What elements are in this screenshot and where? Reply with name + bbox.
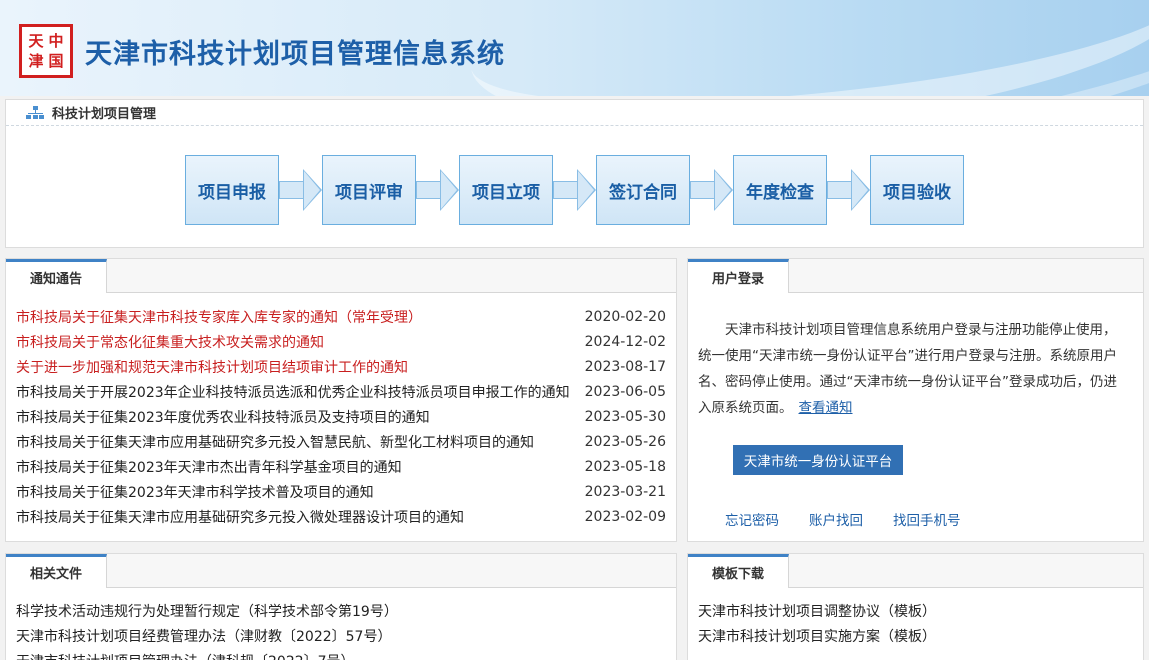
related-files-panel: 相关文件 科学技术活动违规行为处理暂行规定（科学技术部令第19号） 天津市科技计… — [5, 553, 677, 660]
notice-row[interactable]: 市科技局关于开展2023年企业科技特派员选派和优秀企业科技特派员项目申报工作的通… — [6, 379, 676, 404]
files-tabbar: 相关文件 — [6, 554, 676, 588]
notice-row[interactable]: 市科技局关于征集2023年天津市科学技术普及项目的通知 2023-03-21 — [6, 479, 676, 504]
notice-date: 2023-05-26 — [584, 433, 666, 450]
notice-row[interactable]: 市科技局关于征集天津市科技专家库入库专家的通知（常年受理） 2020-02-20 — [6, 304, 676, 329]
right-arrow-icon — [827, 168, 870, 212]
tab-user-login[interactable]: 用户登录 — [688, 259, 790, 293]
logo-char: 中 — [48, 31, 64, 50]
step-annual-check[interactable]: 年度检查 — [733, 155, 827, 225]
unified-auth-button[interactable]: 天津市统一身份认证平台 — [733, 445, 903, 475]
notice-tabbar: 通知通告 — [6, 259, 676, 293]
notice-row[interactable]: 市科技局关于征集2023年度优秀农业科技特派员及支持项目的通知 2023-05-3… — [6, 404, 676, 429]
notice-date: 2023-06-05 — [584, 383, 666, 400]
notice-row[interactable]: 市科技局关于征集天津市应用基础研究多元投入微处理器设计项目的通知 2023-02-… — [6, 504, 676, 529]
right-arrow-icon — [690, 168, 733, 212]
org-tree-icon — [26, 105, 44, 120]
notice-date: 2023-08-17 — [584, 358, 666, 375]
logo-char: 津 — [28, 51, 44, 70]
right-arrow-icon — [416, 168, 459, 212]
flow-panel-header: 科技计划项目管理 — [6, 100, 1143, 126]
right-arrow-icon — [279, 168, 322, 212]
notice-date: 2023-03-21 — [584, 483, 666, 500]
notice-title[interactable]: 市科技局关于征集2023年天津市杰出青年科学基金项目的通知 — [16, 457, 402, 477]
notice-row[interactable]: 市科技局关于征集天津市应用基础研究多元投入智慧民航、新型化工材料项目的通知 202… — [6, 429, 676, 454]
site-header: 天 中 津 国 天津市科技计划项目管理信息系统 — [0, 0, 1149, 96]
template-item[interactable]: 天津市科技计划项目实施方案（模板） — [698, 623, 1133, 648]
step-project-acceptance[interactable]: 项目验收 — [870, 155, 964, 225]
files-list: 科学技术活动违规行为处理暂行规定（科学技术部令第19号） 天津市科技计划项目经费… — [6, 588, 676, 660]
templates-list: 天津市科技计划项目调整协议（模板） 天津市科技计划项目实施方案（模板） — [688, 588, 1143, 648]
step-project-review[interactable]: 项目评审 — [322, 155, 416, 225]
system-title: 天津市科技计划项目管理信息系统 — [85, 39, 505, 70]
template-download-panel: 模板下载 天津市科技计划项目调整协议（模板） 天津市科技计划项目实施方案（模板） — [687, 553, 1144, 660]
notice-title[interactable]: 市科技局关于征集天津市应用基础研究多元投入智慧民航、新型化工材料项目的通知 — [16, 432, 534, 452]
step-project-apply[interactable]: 项目申报 — [185, 155, 279, 225]
recover-phone-link[interactable]: 找回手机号 — [893, 509, 961, 529]
tab-related-files[interactable]: 相关文件 — [6, 554, 108, 588]
notice-row[interactable]: 市科技局关于常态化征集重大技术攻关需求的通知 2024-12-02 — [6, 329, 676, 354]
notice-date: 2023-05-30 — [584, 408, 666, 425]
notice-title[interactable]: 市科技局关于常态化征集重大技术攻关需求的通知 — [16, 332, 324, 352]
notice-date: 2020-02-20 — [584, 308, 666, 325]
notice-date: 2024-12-02 — [584, 333, 666, 350]
tab-template-download[interactable]: 模板下载 — [688, 554, 790, 588]
notice-row[interactable]: 关于进一步加强和规范天津市科技计划项目结项审计工作的通知 2023-08-17 — [6, 354, 676, 379]
login-tabbar: 用户登录 — [688, 259, 1143, 293]
flow-steps: 项目申报 项目评审 项目立项 签订合同 年度检查 项目验收 — [185, 155, 964, 225]
notice-title[interactable]: 关于进一步加强和规范天津市科技计划项目结项审计工作的通知 — [16, 357, 408, 377]
right-arrow-icon — [553, 168, 596, 212]
account-recovery-link[interactable]: 账户找回 — [809, 509, 863, 529]
template-item[interactable]: 天津市科技计划项目调整协议（模板） — [698, 598, 1133, 623]
flow-section-title: 科技计划项目管理 — [52, 107, 157, 122]
step-sign-contract[interactable]: 签订合同 — [596, 155, 690, 225]
project-flow-panel: 科技计划项目管理 项目申报 项目评审 项目立项 签订合同 年度检查 项目验收 — [5, 99, 1144, 248]
step-project-approval[interactable]: 项目立项 — [459, 155, 553, 225]
notice-date: 2023-02-09 — [584, 508, 666, 525]
view-notice-link[interactable]: 查看通知 — [799, 400, 853, 416]
notice-title[interactable]: 市科技局关于开展2023年企业科技特派员选派和优秀企业科技特派员项目申报工作的通… — [16, 382, 570, 402]
templates-tabbar: 模板下载 — [688, 554, 1143, 588]
notice-panel: 通知通告 市科技局关于征集天津市科技专家库入库专家的通知（常年受理） 2020-0… — [5, 258, 677, 542]
tab-notices[interactable]: 通知通告 — [6, 259, 108, 293]
logo-char: 天 — [28, 31, 44, 50]
notice-title[interactable]: 市科技局关于征集天津市应用基础研究多元投入微处理器设计项目的通知 — [16, 507, 464, 527]
login-message: 天津市科技计划项目管理信息系统用户登录与注册功能停止使用，统一使用“天津市统一身… — [698, 322, 1117, 416]
notice-title[interactable]: 市科技局关于征集2023年度优秀农业科技特派员及支持项目的通知 — [16, 407, 430, 427]
notice-list: 市科技局关于征集天津市科技专家库入库专家的通知（常年受理） 2020-02-20 市… — [6, 293, 676, 529]
file-item[interactable]: 科学技术活动违规行为处理暂行规定（科学技术部令第19号） — [16, 598, 666, 623]
notice-date: 2023-05-18 — [584, 458, 666, 475]
notice-title[interactable]: 市科技局关于征集2023年天津市科学技术普及项目的通知 — [16, 482, 374, 502]
login-notice-text: 天津市科技计划项目管理信息系统用户登录与注册功能停止使用，统一使用“天津市统一身… — [688, 293, 1143, 421]
notice-row[interactable]: 市科技局关于征集2023年天津市杰出青年科学基金项目的通知 2023-05-18 — [6, 454, 676, 479]
file-item[interactable]: 天津市科技计划项目经费管理办法（津财教〔2022〕57号） — [16, 623, 666, 648]
logo-char: 国 — [48, 51, 64, 70]
notice-title[interactable]: 市科技局关于征集天津市科技专家库入库专家的通知（常年受理） — [16, 307, 422, 327]
forgot-password-link[interactable]: 忘记密码 — [725, 509, 779, 529]
file-item[interactable]: 天津市科技计划项目管理办法（津科规〔2022〕7号） — [16, 648, 666, 660]
login-links: 忘记密码 账户找回 找回手机号 — [725, 509, 961, 529]
login-panel: 用户登录 天津市科技计划项目管理信息系统用户登录与注册功能停止使用，统一使用“天… — [687, 258, 1144, 542]
tianjin-seal-logo: 天 中 津 国 — [19, 24, 73, 78]
